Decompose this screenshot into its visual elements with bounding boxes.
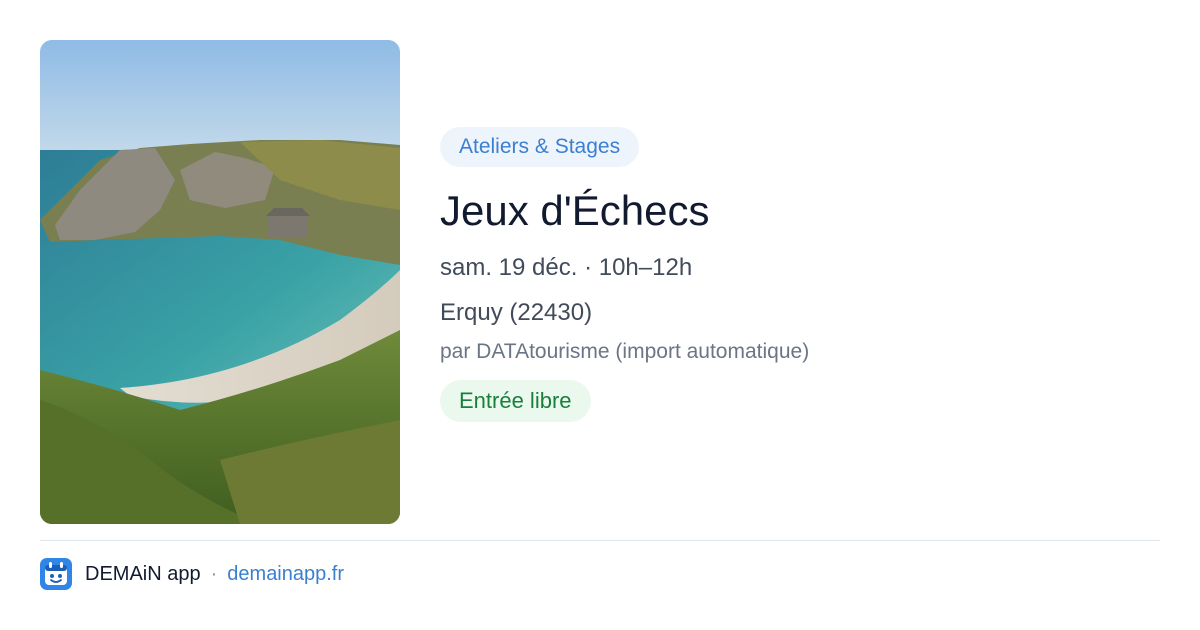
event-organizer: par DATAtourisme (import automatique) bbox=[440, 340, 810, 363]
app-url-link[interactable]: demainapp.fr bbox=[227, 563, 344, 586]
footer-separator: · bbox=[210, 562, 218, 585]
app-name: DEMAiN app bbox=[85, 562, 201, 585]
app-logo-icon bbox=[40, 558, 72, 590]
price-badge: Entrée libre bbox=[440, 380, 591, 422]
event-photo bbox=[40, 40, 400, 524]
event-datetime: sam. 19 déc. · 10h–12h bbox=[440, 254, 693, 281]
event-info: Ateliers & Stages Jeux d'Échecs sam. 19 … bbox=[440, 127, 1160, 422]
footer-divider bbox=[40, 540, 1160, 541]
event-card[interactable]: Ateliers & Stages Jeux d'Échecs sam. 19 … bbox=[0, 0, 1200, 630]
event-title: Jeux d'Échecs bbox=[440, 187, 710, 234]
category-tag[interactable]: Ateliers & Stages bbox=[440, 127, 640, 167]
event-location: Erquy (22430) bbox=[440, 299, 593, 326]
footer: DEMAiN app · demainapp.fr bbox=[40, 558, 344, 590]
